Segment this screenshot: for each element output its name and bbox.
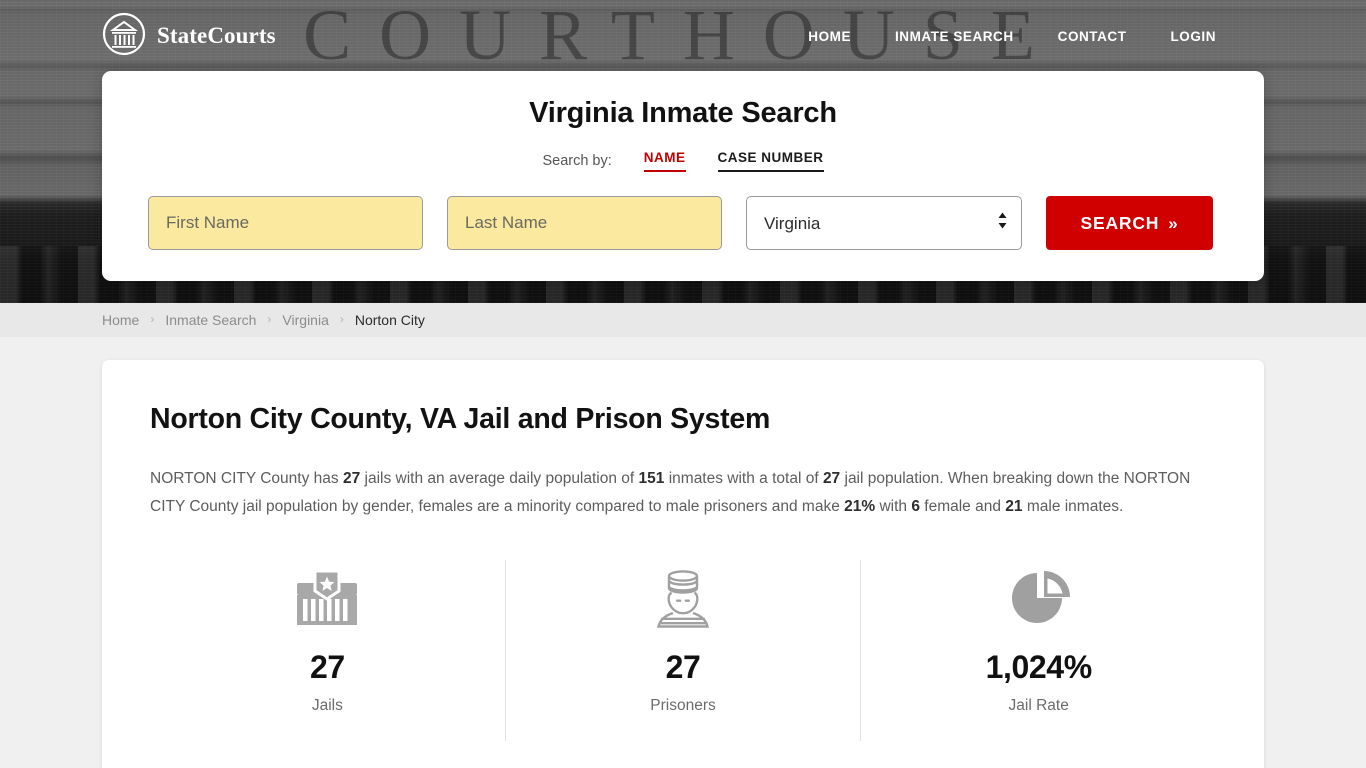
intro-total-population: 27 [822,470,841,487]
double-chevron-right-icon: » [1168,213,1179,233]
breadcrumb-item-home[interactable]: Home [102,312,139,328]
jail-badge-icon [160,560,495,636]
brand-name: StateCourts [157,23,276,48]
search-card-title: Virginia Inmate Search [529,97,837,129]
page-title: Norton City County, VA Jail and Prison S… [150,403,771,435]
stat-jail-rate-value: 1,024% [985,649,1093,685]
first-name-input[interactable] [148,196,423,250]
hero-banner: COURTHOUSE StateCourts HOME INMATE SEARC… [0,0,1366,303]
nav-item-login[interactable]: LOGIN [1171,29,1217,44]
stats-row: 27 Jails 27 Prisoners 1,024% Jail Rate [150,560,1216,741]
last-name-input[interactable] [447,196,722,250]
tab-name[interactable]: NAME [643,150,686,172]
intro-text-2: jails with an average daily population o… [360,470,639,487]
intro-text-5: with [875,498,912,515]
breadcrumb-item-inmate-search[interactable]: Inmate Search [165,312,256,328]
county-info-card: Norton City County, VA Jail and Prison S… [102,360,1264,768]
stat-jails: 27 Jails [150,560,505,741]
county-intro-paragraph: NORTON CITY County has 27 jails with an … [150,465,1216,521]
pie-chart-icon [871,560,1206,636]
search-form: Virginia SEARCH » [148,196,1218,250]
intro-text-7: male inmates. [1022,498,1124,515]
breadcrumb: Home › Inmate Search › Virginia › Norton… [0,303,1366,337]
stat-jail-rate: 1,024% Jail Rate [860,560,1216,741]
breadcrumb-item-current: Norton City [354,312,425,328]
intro-average-daily-population: 151 [638,470,665,487]
nav-item-inmate-search[interactable]: INMATE SEARCH [895,29,1014,44]
search-button-label: SEARCH [1080,212,1160,233]
nav-links: HOME INMATE SEARCH CONTACT LOGIN [808,29,1216,44]
intro-female-count: 6 [911,498,920,515]
stat-jail-rate-label: Jail Rate [1008,697,1069,714]
stat-prisoners-label: Prisoners [650,697,716,714]
breadcrumb-item-virginia[interactable]: Virginia [282,312,328,328]
tab-case-number[interactable]: CASE NUMBER [717,150,824,172]
nav-item-home[interactable]: HOME [808,29,851,44]
stat-prisoners-value: 27 [665,649,701,685]
search-button[interactable]: SEARCH » [1046,196,1213,250]
intro-male-count: 21 [1005,498,1023,515]
breadcrumb-separator-icon: › [339,312,344,326]
stat-jails-value: 27 [309,649,345,685]
stat-jails-label: Jails [311,697,343,714]
top-navigation: StateCourts HOME INMATE SEARCH CONTACT L… [0,0,1366,72]
state-select[interactable]: Virginia [746,196,1022,250]
nav-item-contact[interactable]: CONTACT [1058,29,1127,44]
breadcrumb-separator-icon: › [267,312,272,326]
intro-text-1: NORTON CITY County has [150,470,343,487]
search-by-label: Search by: [542,153,612,169]
state-select-wrapper: Virginia [746,196,1022,250]
inmate-search-card: Virginia Inmate Search Search by: NAME C… [102,71,1264,281]
intro-jails-count: 27 [342,470,361,487]
intro-text-3: inmates with a total of [664,470,823,487]
stat-prisoners: 27 Prisoners [504,560,861,741]
search-by-row: Search by: NAME CASE NUMBER [148,150,1218,172]
intro-text-6: female and [919,498,1006,515]
courthouse-circle-icon [102,12,146,61]
content-area: Norton City County, VA Jail and Prison S… [0,337,1366,768]
intro-female-percent: 21% [844,498,876,515]
prisoner-icon [516,560,851,636]
brand-logo-link[interactable]: StateCourts [102,12,276,61]
breadcrumb-separator-icon: › [150,312,155,326]
